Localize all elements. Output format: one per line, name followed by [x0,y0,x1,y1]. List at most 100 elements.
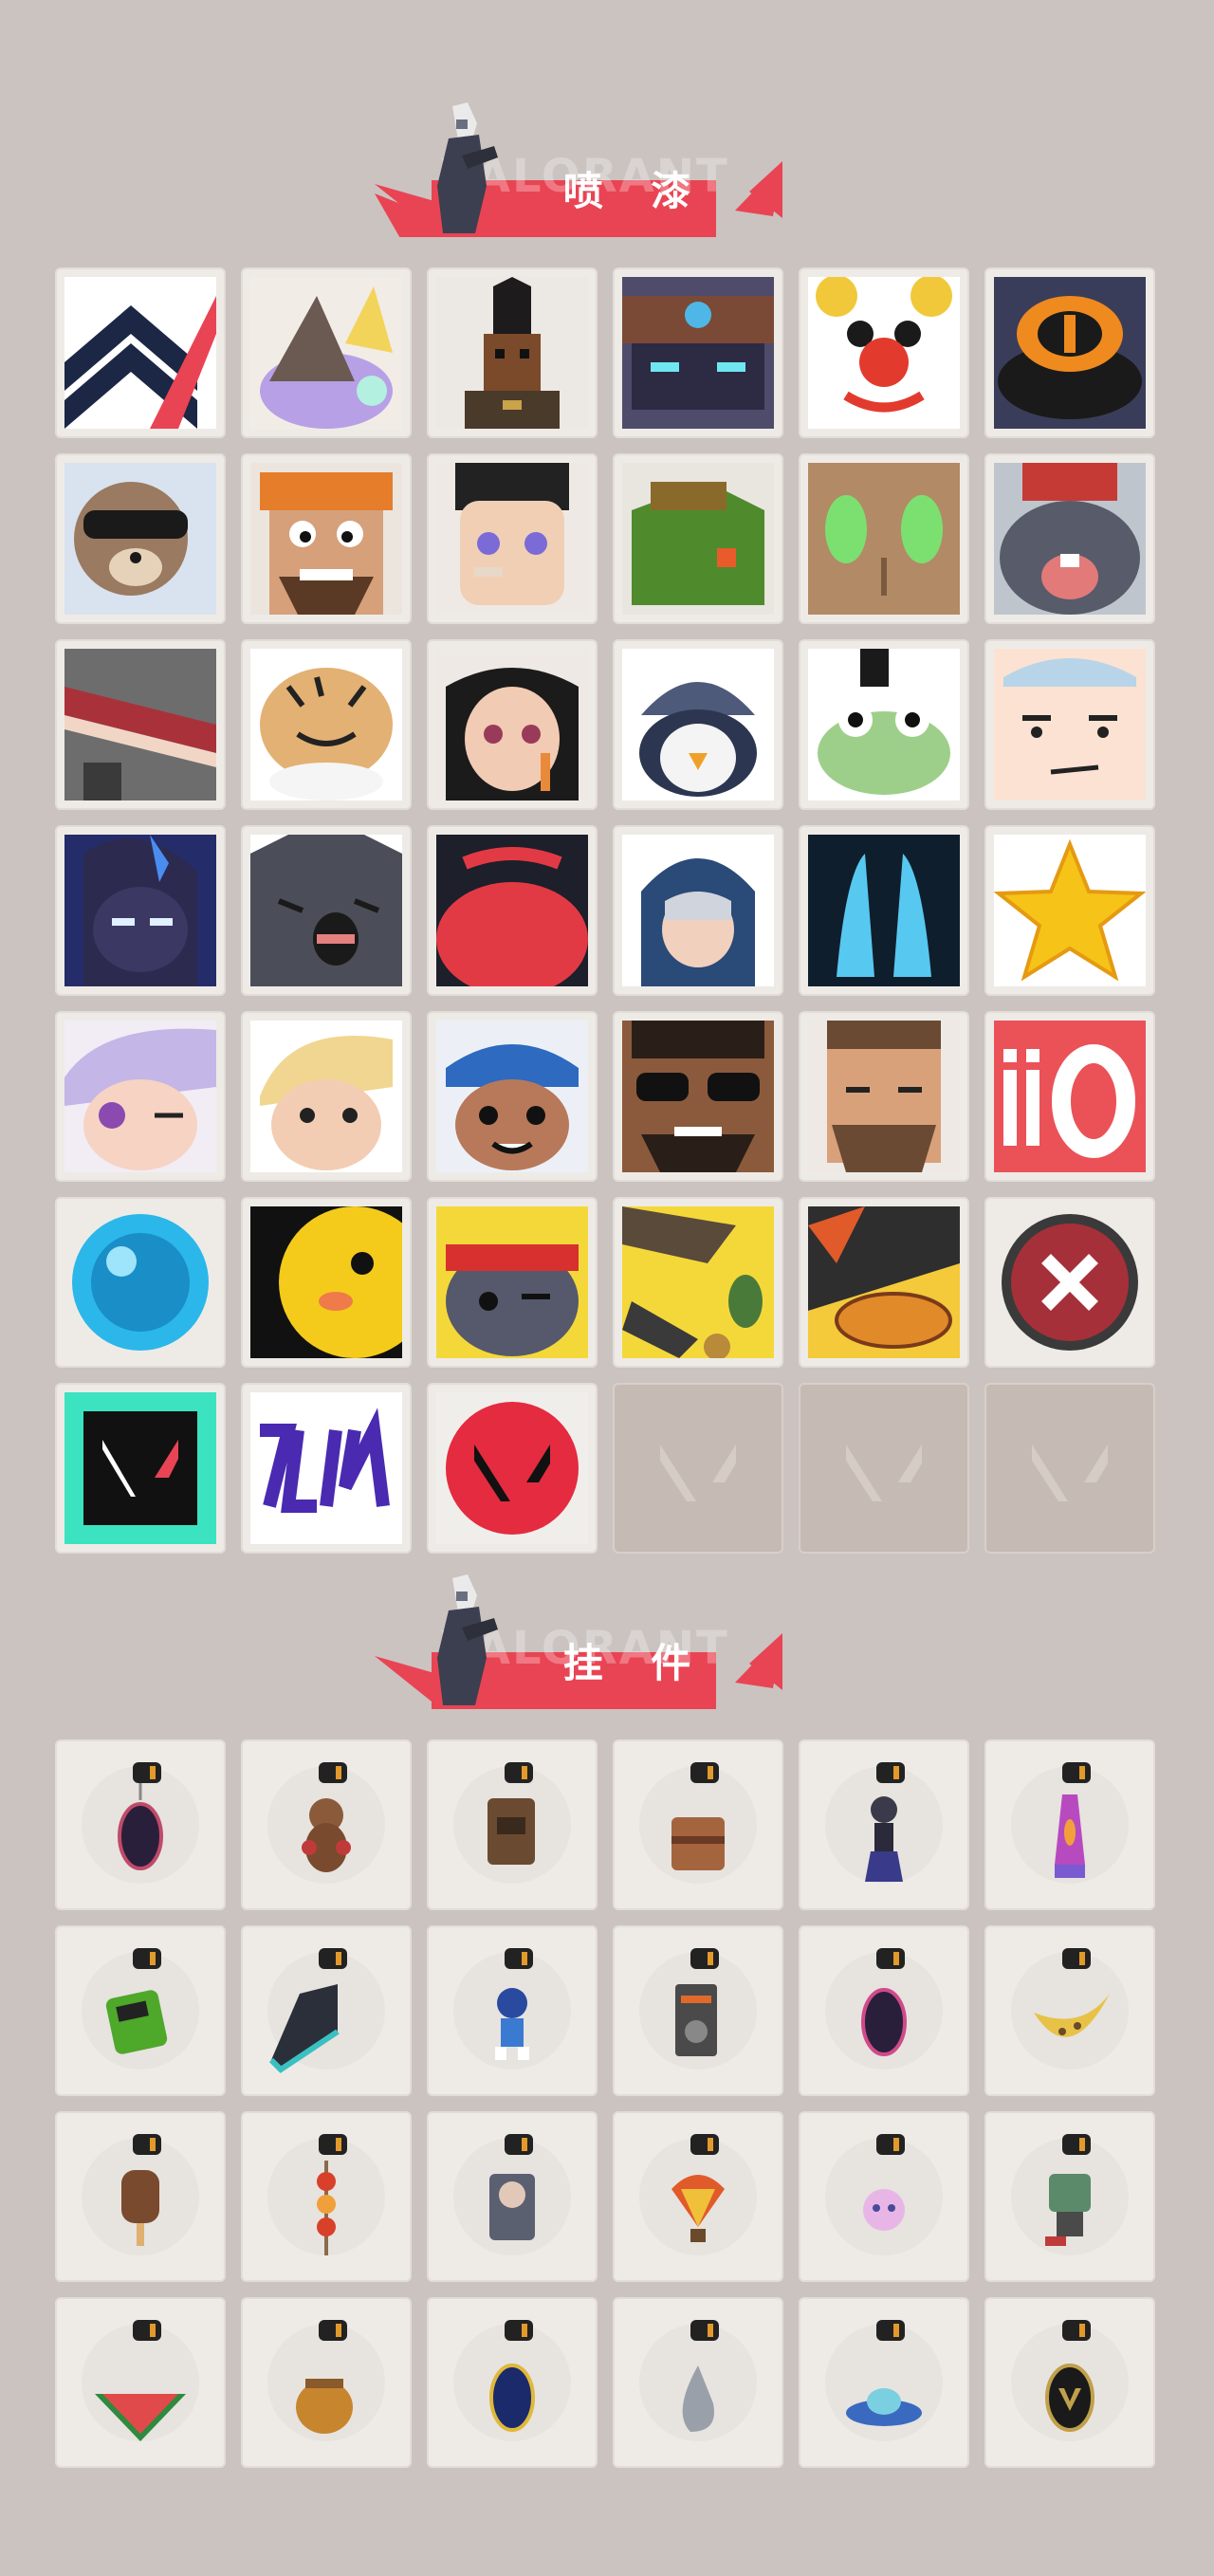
spray-tile[interactable] [55,1197,226,1368]
spray-tile[interactable] [613,1197,783,1368]
charm-tile[interactable] [984,1739,1155,1910]
spray-tile[interactable] [241,453,412,624]
blonde-guy-spray-icon [250,1021,402,1172]
spray-tile[interactable] [55,267,226,438]
ii0-spray-icon [994,1021,1146,1172]
spray-tile[interactable] [984,639,1155,810]
v-splatter-spray-icon [64,1392,216,1544]
blue-hat-girl-spray-icon [436,1021,588,1172]
spray-tile[interactable] [613,639,783,810]
spray-tile[interactable] [241,267,412,438]
ufo-charm-icon [825,2320,943,2441]
charm-tile[interactable] [241,2111,412,2282]
spray-tile[interactable] [427,453,598,624]
smirk-face-spray-icon [994,649,1146,800]
charm-tile[interactable] [799,1739,969,1910]
charm-tile[interactable] [984,1925,1155,2096]
bearded-grin-spray-icon [250,463,402,615]
frog-hat-spray-icon [808,649,960,800]
charm-tile[interactable] [799,1925,969,2096]
spray-tile[interactable] [984,1197,1155,1368]
charm-tile[interactable] [984,2297,1155,2468]
charm-tile[interactable] [241,1739,412,1910]
spray-tile[interactable] [613,1011,783,1182]
lava-lamp-charm-icon [1011,1762,1129,1884]
spray-tile[interactable] [799,267,969,438]
spray-tile[interactable] [55,1383,226,1554]
charm-tile[interactable] [241,2297,412,2468]
ep9-medal-charm-icon [82,1762,199,1884]
spray-tile[interactable] [799,453,969,624]
charm-grid [55,1739,1155,2468]
spray-tile[interactable] [799,1011,969,1182]
bear-charm-icon [267,1762,385,1884]
charm-tile[interactable] [55,1739,226,1910]
gold-v-charm-icon [1011,2320,1129,2441]
spray-grid [55,267,1155,1554]
agent-figure-charm-icon [825,1762,943,1884]
spray-tile[interactable] [241,825,412,996]
crying-creature-spray-icon [994,463,1146,615]
charm-tile[interactable] [613,2111,783,2282]
empty-slot [613,1383,783,1554]
pixel-agent-spray-icon [436,277,588,429]
bandaged-boy-spray-icon [436,463,588,615]
grey-blob-spray-icon [250,835,402,986]
spray-tile[interactable] [984,267,1155,438]
charm-tile[interactable] [984,2111,1155,2282]
sneaker-charm-icon [267,1948,385,2073]
spray-tile[interactable] [799,639,969,810]
spray-tile[interactable] [427,825,598,996]
spray-tile[interactable] [799,1197,969,1368]
spray-tile[interactable] [613,267,783,438]
spray-tile[interactable] [241,1197,412,1368]
spray-tile[interactable] [241,1011,412,1182]
spray-tile[interactable] [799,825,969,996]
charm-tile[interactable] [241,1925,412,2096]
girl-pencil-spray-icon [436,649,588,800]
empty-slot [799,1383,969,1554]
spray-tile[interactable] [427,639,598,810]
spray-tile[interactable] [55,639,226,810]
green-crate-spray-icon [622,463,774,615]
charm-tile[interactable] [613,1925,783,2096]
spray-tile[interactable] [427,1011,598,1182]
charm-tile[interactable] [613,2297,783,2468]
spray-tile[interactable] [984,453,1155,624]
horned-cat-spray-icon [250,277,402,429]
valorant-logo-icon [846,1444,922,1501]
charm-tile[interactable] [55,2111,226,2282]
blue-orb-spray-icon [64,1206,216,1358]
spray-tile[interactable] [55,1011,226,1182]
spray-tile[interactable] [55,453,226,624]
charm-tile[interactable] [613,1739,783,1910]
spray-tile[interactable] [241,1383,412,1554]
raccoon-spray-icon [64,463,216,615]
spray-tile[interactable] [984,1011,1155,1182]
charm-tile[interactable] [427,2297,598,2468]
charm-tile[interactable] [55,2297,226,2468]
spray-tile[interactable] [55,825,226,996]
charm-tile[interactable] [55,1925,226,2096]
kebab-charm-icon [267,2134,385,2255]
spray-tile[interactable] [427,267,598,438]
gun-collage-spray-icon [622,1206,774,1358]
charm-tile[interactable] [799,2111,969,2282]
radio-charm-icon [639,1948,757,2070]
charm-tile[interactable] [799,2297,969,2468]
armored-robot-spray-icon [622,277,774,429]
charm-tile[interactable] [427,2111,598,2282]
spray-tile[interactable] [241,639,412,810]
watermelon-charm-icon [82,2320,199,2441]
spray-tile[interactable] [984,825,1155,996]
silver-drop-charm-icon [639,2320,757,2441]
orange-hat-spray-icon [994,277,1146,429]
cake-slice-spray-icon [64,649,216,800]
charm-tile[interactable] [427,1925,598,2096]
charm-tile[interactable] [427,1739,598,1910]
spray-tile[interactable] [427,1197,598,1368]
spray-tile[interactable] [427,1383,598,1554]
balloon-charm-icon [639,2134,757,2255]
spray-tile[interactable] [613,825,783,996]
spray-tile[interactable] [613,453,783,624]
